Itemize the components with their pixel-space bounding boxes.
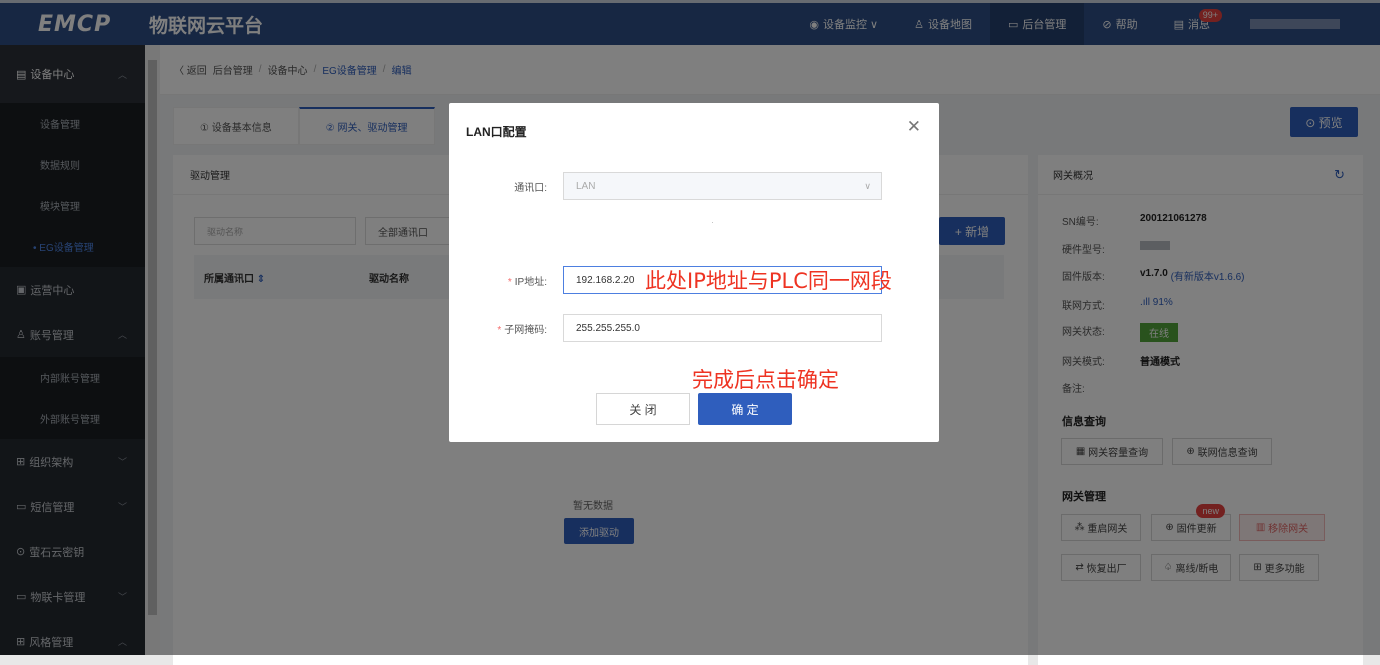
confirm-button[interactable]: 确 定 xyxy=(698,393,792,425)
ip-label: * IP地址: xyxy=(507,277,547,288)
lan-config-dialog: LAN口配置 ✕ 通讯口: LAN ∨ · * IP地址: 192.168.2.20… xyxy=(449,103,939,442)
close-icon[interactable]: ✕ xyxy=(907,117,921,137)
subnet-mask-label: * 子网掩码: xyxy=(497,325,547,336)
comm-port-label: 通讯口: xyxy=(514,183,547,194)
ip-annotation: 此处IP地址与PLC同一网段 xyxy=(645,269,892,293)
comm-port-select: LAN ∨ xyxy=(563,172,882,200)
separator-dot: · xyxy=(711,217,714,227)
confirm-annotation: 完成后点击确定 xyxy=(692,368,839,392)
chevron-down-icon: ∨ xyxy=(864,180,871,191)
subnet-mask-input[interactable]: 255.255.255.0 xyxy=(563,314,882,342)
dialog-title: LAN口配置 xyxy=(466,125,527,139)
close-button[interactable]: 关 闭 xyxy=(596,393,690,425)
